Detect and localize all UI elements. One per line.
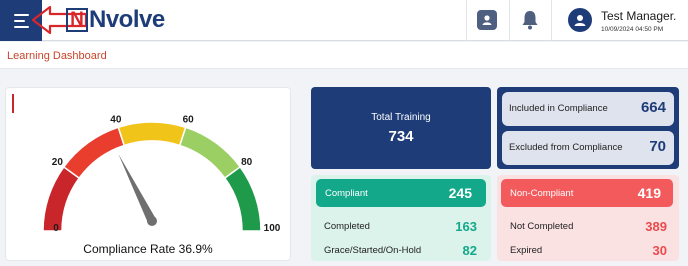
total-training-value: 734 bbox=[388, 128, 414, 145]
compliant-panel: Compliant 245 Completed 163 Grace/Starte… bbox=[311, 175, 491, 261]
gauge-tick-label: 40 bbox=[110, 115, 122, 126]
compliance-rate-caption: Compliance Rate 36.9% bbox=[83, 242, 213, 256]
included-label: Included in Compliance bbox=[509, 103, 608, 114]
excluded-value: 70 bbox=[649, 138, 666, 155]
gauge-segment-20-40 bbox=[62, 126, 126, 180]
expired-label[interactable]: Expired bbox=[510, 245, 542, 256]
gauge-needle-hub bbox=[147, 216, 157, 226]
compliance-scope-panel: Included in Compliance 664 Excluded from… bbox=[497, 87, 679, 169]
gauge-tick-label: 100 bbox=[264, 223, 281, 234]
page-title: Learning Dashboard bbox=[7, 50, 107, 62]
non-compliant-value: 419 bbox=[637, 185, 661, 201]
gauge-segment-60-80 bbox=[178, 126, 242, 180]
header-divider bbox=[509, 0, 510, 41]
expired-value[interactable]: 30 bbox=[653, 243, 667, 258]
non-compliant-tile[interactable]: Non-Compliant 419 bbox=[501, 179, 673, 207]
compliant-value: 245 bbox=[448, 185, 472, 201]
gauge-needle bbox=[118, 154, 157, 223]
grace-started-onhold-label[interactable]: Grace/Started/On-Hold bbox=[324, 245, 421, 256]
user-name[interactable]: Test Manager. bbox=[601, 9, 676, 23]
gauge-tick-label: 20 bbox=[52, 157, 64, 168]
gauge-segment-80-100 bbox=[223, 165, 262, 232]
completed-label[interactable]: Completed bbox=[324, 221, 370, 232]
gauge-tick-label: 60 bbox=[183, 115, 195, 126]
logo-mark: N bbox=[66, 8, 88, 32]
not-completed-value[interactable]: 389 bbox=[645, 219, 667, 234]
profile-card-icon[interactable] bbox=[477, 10, 497, 30]
completed-value[interactable]: 163 bbox=[455, 219, 477, 234]
excluded-label: Excluded from Compliance bbox=[509, 142, 623, 153]
gauge-tick-label: 80 bbox=[241, 157, 253, 168]
compliance-gauge: 0 20 40 60 80 100 bbox=[42, 115, 281, 234]
logo-text: Nvolve bbox=[89, 6, 165, 33]
gauge-segment-40-60 bbox=[117, 121, 187, 147]
not-completed-label[interactable]: Not Completed bbox=[510, 221, 573, 232]
grace-started-onhold-value[interactable]: 82 bbox=[463, 243, 477, 258]
notification-bell-icon[interactable] bbox=[520, 9, 540, 31]
compliant-tile[interactable]: Compliant 245 bbox=[316, 179, 486, 207]
gauge-segment-0-20 bbox=[42, 165, 81, 232]
header-divider bbox=[466, 0, 467, 41]
non-compliant-label: Non-Compliant bbox=[510, 188, 574, 199]
top-header: N Nvolve Test Manager. 10/09/2024 04:50 … bbox=[0, 0, 688, 41]
brand-logo[interactable]: N Nvolve bbox=[66, 6, 165, 34]
total-training-tile[interactable]: Total Training 734 bbox=[311, 87, 491, 169]
header-divider bbox=[551, 0, 552, 41]
compliance-gauge-card: 0 20 40 60 80 100 Compliance Rate 36.9% bbox=[5, 87, 291, 261]
included-in-compliance-tile[interactable]: Included in Compliance 664 bbox=[502, 92, 674, 126]
user-avatar-icon[interactable] bbox=[568, 8, 592, 32]
compliant-label: Compliant bbox=[325, 188, 368, 199]
total-training-label: Total Training bbox=[371, 112, 431, 123]
included-value: 664 bbox=[640, 99, 666, 116]
non-compliant-panel: Non-Compliant 419 Not Completed 389 Expi… bbox=[497, 175, 679, 261]
excluded-from-compliance-tile[interactable]: Excluded from Compliance 70 bbox=[502, 131, 674, 165]
page-header: Learning Dashboard bbox=[0, 42, 688, 69]
gauge-tick-label: 0 bbox=[53, 223, 59, 234]
login-timestamp: 10/09/2024 04:50 PM bbox=[601, 26, 664, 33]
